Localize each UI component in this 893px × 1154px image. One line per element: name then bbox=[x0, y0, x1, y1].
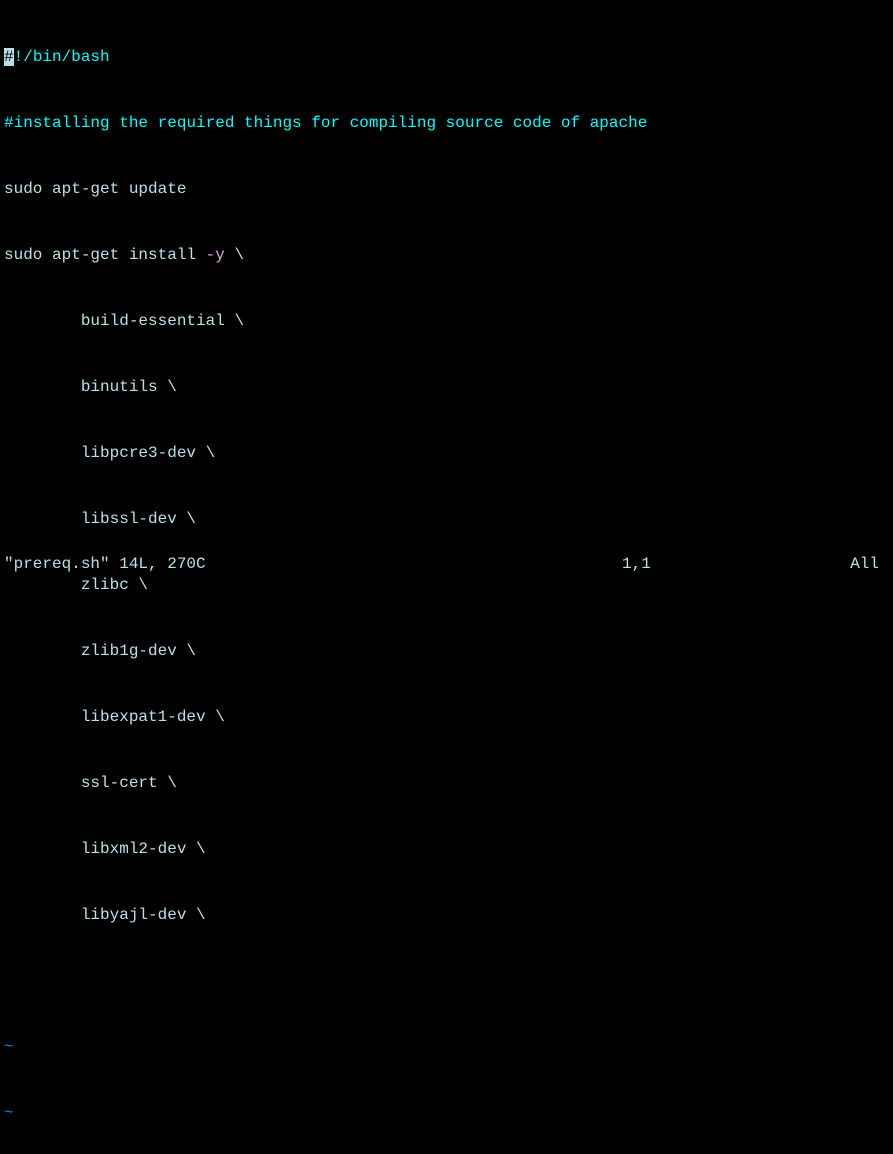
code-line-1: #!/bin/bash bbox=[4, 46, 889, 68]
code-line-4: sudo apt-get install -y \ bbox=[4, 244, 889, 266]
cursor: # bbox=[4, 48, 14, 66]
code-line-10: zlib1g-dev \ bbox=[4, 640, 889, 662]
code-line-11: libexpat1-dev \ bbox=[4, 706, 889, 728]
empty-line-1 bbox=[4, 970, 889, 992]
code-line-5: build-essential \ bbox=[4, 310, 889, 332]
editor-content[interactable]: #!/bin/bash #installing the required thi… bbox=[4, 2, 889, 1154]
code-line-14: libyajl-dev \ bbox=[4, 904, 889, 926]
code-line-12: ssl-cert \ bbox=[4, 772, 889, 794]
comment-hash: # bbox=[4, 114, 14, 132]
comment-text: installing the required things for compi… bbox=[14, 114, 648, 132]
file-info: "prereq.sh" 14L, 270C bbox=[4, 553, 206, 575]
code-line-9: zlibc \ bbox=[4, 574, 889, 596]
scroll-indicator: All bbox=[850, 553, 879, 575]
shebang-text: !/bin/bash bbox=[14, 48, 110, 66]
tilde-line: ~ bbox=[4, 1036, 889, 1058]
tilde-line: ~ bbox=[4, 1102, 889, 1124]
vim-status-bar: "prereq.sh" 14L, 270C 1,1 All bbox=[4, 553, 889, 575]
code-line-3: sudo apt-get update bbox=[4, 178, 889, 200]
code-line-7: libpcre3-dev \ bbox=[4, 442, 889, 464]
code-line-6: binutils \ bbox=[4, 376, 889, 398]
cursor-position: 1,1 bbox=[622, 553, 651, 575]
code-line-8: libssl-dev \ bbox=[4, 508, 889, 530]
terminal-window[interactable]: #!/bin/bash #installing the required thi… bbox=[0, 0, 893, 577]
code-line-13: libxml2-dev \ bbox=[4, 838, 889, 860]
code-line-2: #installing the required things for comp… bbox=[4, 112, 889, 134]
